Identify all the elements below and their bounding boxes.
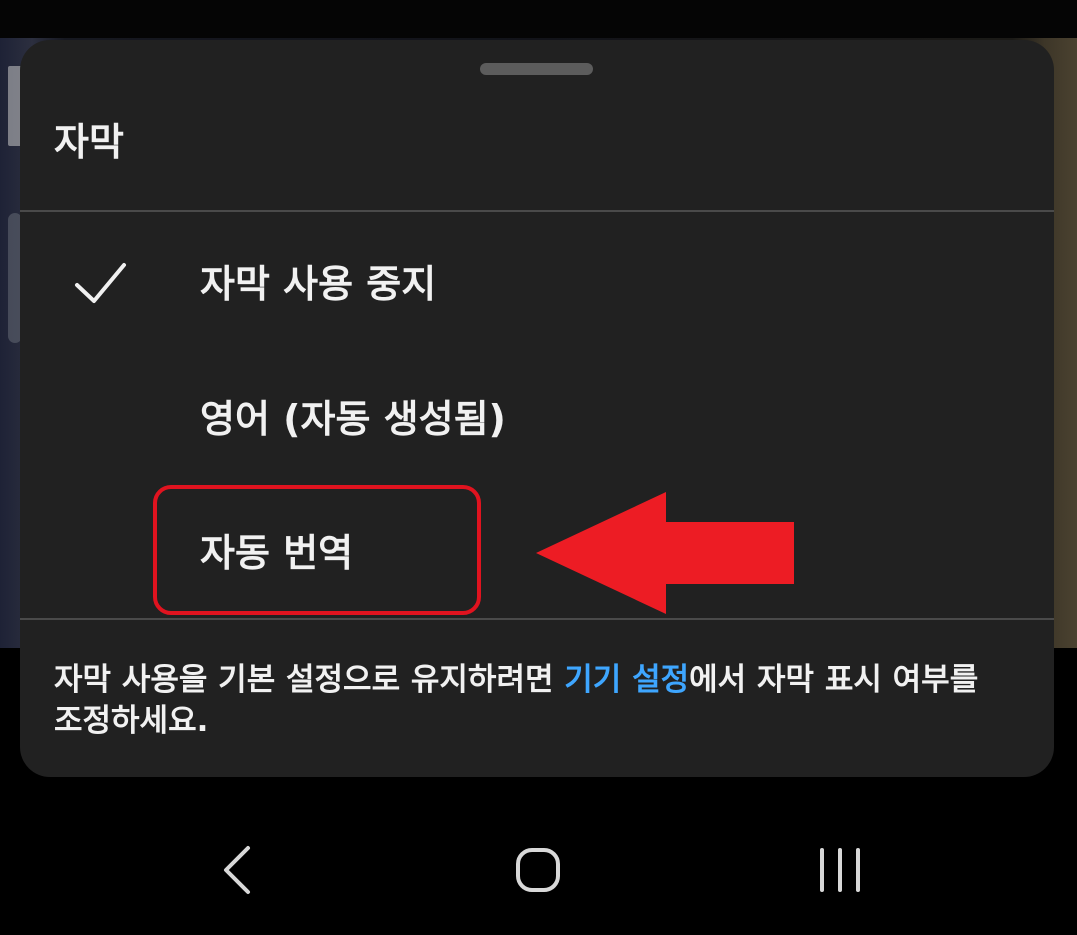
annotation-arrow-icon bbox=[536, 492, 794, 614]
option-captions-off[interactable]: 자막 사용 중지 bbox=[20, 223, 1054, 343]
sheet-title: 자막 bbox=[54, 120, 124, 164]
footer-text-prefix: 자막 사용을 기본 설정으로 유지하려면 bbox=[54, 662, 565, 698]
captions-bottom-sheet: 자막 자막 사용 중지 영어 (자동 생성됨) 자동 번역 자막 사용을 기본 … bbox=[20, 40, 1054, 777]
chevron-left-icon[interactable] bbox=[198, 830, 278, 910]
footer-hint: 자막 사용을 기본 설정으로 유지하려면 기기 설정에서 자막 표시 여부를 조… bbox=[54, 660, 1014, 742]
device-settings-link[interactable]: 기기 설정 bbox=[564, 662, 689, 698]
option-label: 자막 사용 중지 bbox=[200, 262, 437, 306]
option-label: 영어 (자동 생성됨) bbox=[200, 397, 506, 441]
home-icon[interactable] bbox=[498, 830, 578, 910]
option-english-auto-generated[interactable]: 영어 (자동 생성됨) bbox=[20, 358, 1054, 478]
system-navigation-bar bbox=[0, 790, 1077, 935]
status-bar-area bbox=[0, 0, 1077, 38]
check-icon bbox=[75, 263, 126, 303]
divider bbox=[20, 210, 1054, 212]
screen: 자막 자막 사용 중지 영어 (자동 생성됨) 자동 번역 자막 사용을 기본 … bbox=[0, 0, 1077, 935]
divider bbox=[20, 618, 1054, 620]
annotation-highlight-box bbox=[153, 485, 481, 615]
drag-handle[interactable] bbox=[480, 63, 593, 75]
recent-apps-icon[interactable] bbox=[800, 830, 880, 910]
